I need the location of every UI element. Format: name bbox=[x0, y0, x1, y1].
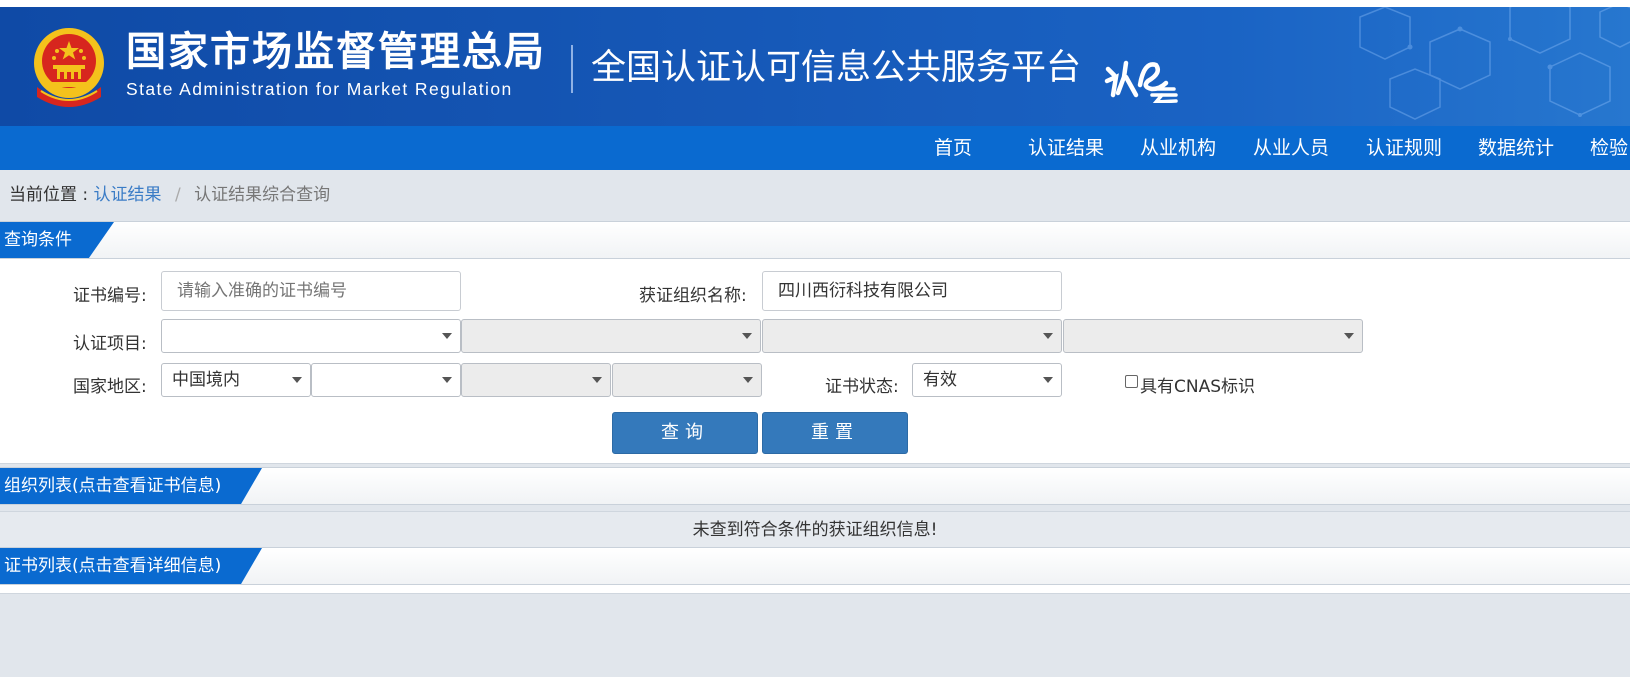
cnas-checkbox[interactable] bbox=[1125, 375, 1138, 388]
nav-item-institutions[interactable]: 从业机构 bbox=[1140, 126, 1216, 170]
hexagon-pattern-decoration bbox=[1359, 7, 1630, 120]
search-button[interactable]: 查询 bbox=[612, 412, 758, 454]
query-section-title: 查询条件 bbox=[0, 222, 114, 258]
nav-item-cert-results[interactable]: 认证结果 bbox=[1028, 126, 1104, 170]
region-label: 国家地区: bbox=[73, 377, 147, 397]
chevron-down-icon bbox=[742, 333, 752, 339]
national-emblem-logo bbox=[34, 28, 104, 107]
status-label: 证书状态: bbox=[825, 377, 899, 397]
nav-item-inspection[interactable]: 检验 bbox=[1590, 126, 1628, 170]
cert-list-section-header: 证书列表(点击查看详细信息) bbox=[0, 547, 1630, 585]
chevron-down-icon bbox=[442, 377, 452, 383]
project-select-4[interactable] bbox=[1063, 319, 1363, 353]
project-select-2[interactable] bbox=[461, 319, 761, 353]
status-select-value: 有效 bbox=[923, 370, 957, 390]
cert-list-body bbox=[0, 585, 1630, 594]
chevron-down-icon bbox=[442, 333, 452, 339]
breadcrumb-link-cert-results[interactable]: 认证结果 bbox=[94, 185, 162, 205]
region-select-province[interactable] bbox=[311, 363, 461, 397]
region-select-country[interactable]: 中国境内 bbox=[161, 363, 311, 397]
site-header: 国家市场监督管理总局 State Administration for Mark… bbox=[0, 7, 1630, 126]
breadcrumb-current: 认证结果综合查询 bbox=[194, 185, 331, 205]
platform-title: 全国认证认可信息公共服务平台 bbox=[591, 48, 1082, 88]
cert-no-label: 证书编号: bbox=[73, 286, 147, 306]
breadcrumb-prefix: 当前位置 : bbox=[9, 185, 89, 205]
cert-no-input[interactable] bbox=[161, 271, 461, 311]
org-list-section-title: 组织列表(点击查看证书信息) bbox=[0, 468, 262, 504]
chevron-down-icon bbox=[292, 377, 302, 383]
cnas-label: 具有CNAS标识 bbox=[1140, 377, 1256, 397]
reset-button[interactable]: 重置 bbox=[762, 412, 908, 454]
project-select-3[interactable] bbox=[762, 319, 1062, 353]
renzheng-cloud-logo bbox=[1104, 60, 1178, 103]
header-divider bbox=[571, 45, 573, 93]
chevron-down-icon bbox=[1043, 333, 1053, 339]
chevron-down-icon bbox=[592, 377, 602, 383]
nav-item-home[interactable]: 首页 bbox=[934, 126, 972, 170]
region-select-city[interactable] bbox=[461, 363, 611, 397]
nav-item-statistics[interactable]: 数据统计 bbox=[1478, 126, 1554, 170]
chevron-down-icon bbox=[743, 377, 753, 383]
nav-item-personnel[interactable]: 从业人员 bbox=[1253, 126, 1329, 170]
cert-list-section-title: 证书列表(点击查看详细信息) bbox=[0, 548, 262, 584]
org-name-input[interactable]: 四川西衍科技有限公司 bbox=[762, 271, 1062, 311]
breadcrumb-separator: / bbox=[174, 185, 181, 205]
org-list-empty-message: 未查到符合条件的获证组织信息! bbox=[0, 511, 1630, 548]
chevron-down-icon bbox=[1043, 377, 1053, 383]
breadcrumb: 当前位置 : 认证结果 / 认证结果综合查询 bbox=[9, 180, 330, 205]
agency-title-en: State Administration for Market Regulati… bbox=[126, 79, 513, 99]
main-nav: 首页 认证结果 从业机构 从业人员 认证规则 数据统计 检验 bbox=[0, 126, 1630, 170]
project-label: 认证项目: bbox=[73, 334, 147, 354]
top-strip bbox=[0, 0, 1630, 7]
org-name-label: 获证组织名称: bbox=[639, 286, 747, 306]
agency-title-cn: 国家市场监督管理总局 bbox=[126, 29, 546, 75]
project-select-1[interactable] bbox=[161, 319, 461, 353]
query-section-header: 查询条件 bbox=[0, 221, 1630, 259]
region-select-district[interactable] bbox=[612, 363, 762, 397]
chevron-down-icon bbox=[1344, 333, 1354, 339]
region-select-value: 中国境内 bbox=[172, 370, 240, 390]
org-list-section-header: 组织列表(点击查看证书信息) bbox=[0, 467, 1630, 505]
nav-item-rules[interactable]: 认证规则 bbox=[1366, 126, 1442, 170]
status-select[interactable]: 有效 bbox=[912, 363, 1062, 397]
